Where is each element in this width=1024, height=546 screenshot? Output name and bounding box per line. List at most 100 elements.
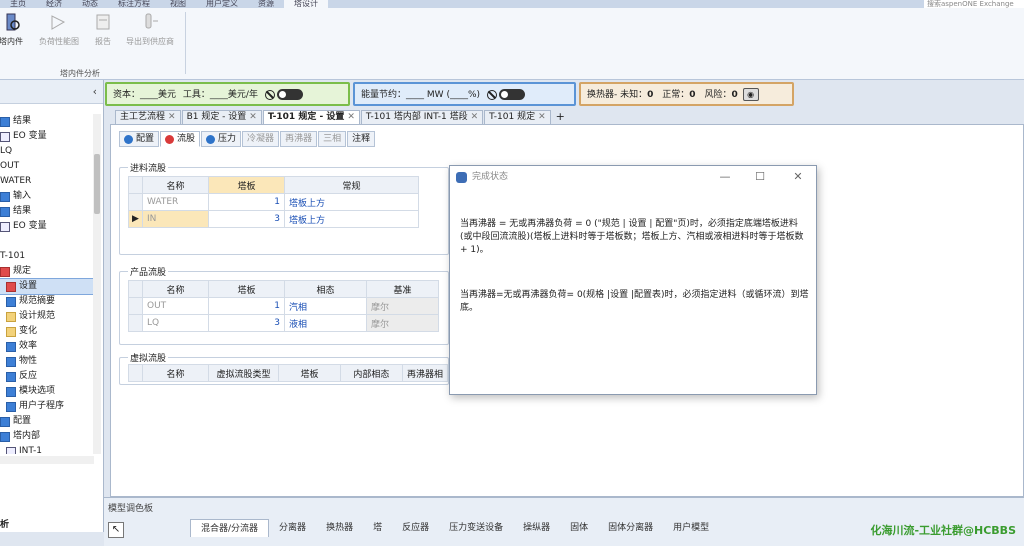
stream-stage[interactable]: 1 [208, 297, 285, 315]
dialog-titlebar[interactable]: 完成状态 — ☐ ✕ [450, 166, 816, 188]
palette-tab[interactable]: 操纵器 [513, 519, 560, 537]
close-tab-icon[interactable]: ✕ [538, 112, 546, 122]
table-row[interactable]: WATER 1 塔板上方 [128, 193, 419, 211]
palette-tab[interactable]: 压力变送设备 [439, 519, 513, 537]
close-icon[interactable]: ✕ [788, 166, 808, 188]
form-tab[interactable]: 再沸器 [280, 131, 318, 147]
pseudo-streams-section: 虚拟流股 名称 虚拟流股类型 塔板 内部相态 再沸器相 [119, 351, 449, 385]
tree-item[interactable]: 输入 [0, 189, 94, 204]
table-row[interactable]: LQ 3 液相 摩尔 [128, 314, 439, 332]
energy-status[interactable]: 能量节约：____ MW (____%) [353, 82, 576, 106]
row-header[interactable] [128, 193, 143, 211]
ribbon-tab[interactable]: 主页 [0, 0, 36, 8]
stream-convention[interactable]: 塔板上方 [284, 210, 419, 228]
stream-basis[interactable]: 摩尔 [366, 297, 439, 315]
palette-tab[interactable]: 塔 [363, 519, 392, 537]
palette-tab[interactable]: 分离器 [269, 519, 316, 537]
tree-item[interactable]: EO 变量 [0, 219, 94, 234]
tree-item[interactable]: 效率 [0, 339, 94, 354]
form-tab[interactable]: 配置 [119, 131, 160, 147]
tree-vertical-scrollbar[interactable] [93, 114, 101, 454]
hx-settings-icon[interactable]: ◉ [742, 88, 759, 101]
collapse-arrow-icon[interactable]: ‹ [93, 85, 97, 98]
ribbon-tab[interactable]: 塔设计 [284, 0, 328, 8]
tree-item[interactable]: INT-1 [0, 444, 94, 454]
ribbon-tab[interactable]: 视图 [160, 0, 196, 8]
tower-internals-button[interactable]: 塔内件 [0, 12, 36, 58]
tree-item[interactable]: 配置 [0, 414, 94, 429]
close-tab-icon[interactable]: ✕ [249, 112, 257, 122]
pointer-cursor-icon[interactable]: ↖ [108, 522, 124, 538]
scrollbar-thumb[interactable] [94, 154, 100, 214]
table-row[interactable]: OUT 1 汽相 摩尔 [128, 297, 439, 315]
form-tab[interactable]: 流股 [160, 131, 201, 147]
tree-item-label: EO 变量 [13, 221, 47, 231]
tree-item[interactable]: 用户子程序 [0, 399, 94, 414]
tree-item[interactable]: EO 变量 [0, 129, 94, 144]
cost-toggle[interactable] [276, 89, 303, 100]
palette-tab[interactable]: 用户模型 [663, 519, 719, 537]
disable-icon[interactable] [264, 89, 275, 100]
tree-item[interactable]: 设置 [0, 278, 94, 295]
stream-phase[interactable]: 汽相 [284, 297, 367, 315]
form-tab[interactable]: 注释 [347, 131, 376, 147]
tree-item[interactable]: 变化 [0, 324, 94, 339]
ribbon-tab[interactable]: 标注方程 [108, 0, 160, 8]
tree-item[interactable]: 物性 [0, 354, 94, 369]
row-header-selected[interactable]: ▶ [128, 210, 143, 228]
ribbon-tab[interactable]: 经济 [36, 0, 72, 8]
close-tab-icon[interactable]: ✕ [168, 112, 176, 122]
stream-stage[interactable]: 1 [208, 193, 285, 211]
close-tab-icon[interactable]: ✕ [471, 112, 479, 122]
exchange-search-input[interactable]: 搜索aspenONE Exchange [924, 0, 1024, 8]
tree-horizontal-scrollbar[interactable] [0, 456, 94, 464]
palette-tab[interactable]: 反应器 [392, 519, 439, 537]
table-row[interactable]: ▶ IN 3 塔板上方 [128, 210, 419, 228]
palette-tab[interactable]: 固体 [560, 519, 598, 537]
palette-tab[interactable]: 换热器 [316, 519, 363, 537]
tree-item[interactable]: OUT [0, 159, 94, 174]
document-tab[interactable]: T-101 塔内部 INT-1 塔段 ✕ [360, 110, 484, 124]
tree-item[interactable]: 模块选项 [0, 384, 94, 399]
tree-item[interactable]: 塔内部 [0, 429, 94, 444]
new-tab-button[interactable]: + [552, 110, 569, 124]
document-tab[interactable]: T-101 规定 ✕ [484, 110, 551, 124]
tree-item[interactable]: 设计规范 [0, 309, 94, 324]
energy-toggle[interactable] [498, 89, 525, 100]
document-tab[interactable]: 主工艺流程 ✕ [115, 110, 181, 124]
stream-convention[interactable]: 塔板上方 [284, 193, 419, 211]
cost-status[interactable]: 资本：____美元 工具：____美元/年 [105, 82, 350, 106]
stream-stage[interactable]: 3 [208, 314, 285, 332]
document-tab[interactable]: T-101 规定 - 设置 ✕ [262, 110, 360, 124]
ribbon-tab[interactable]: 用户定义 [196, 0, 248, 8]
tree-item[interactable]: 规范摘要 [0, 294, 94, 309]
palette-tab[interactable]: 混合器/分流器 [190, 519, 270, 537]
form-tab[interactable]: 压力 [201, 131, 242, 147]
tree-item[interactable]: WATER [0, 174, 94, 189]
ribbon-tabbar: 主页 经济 动态 标注方程 视图 用户定义 资源 塔设计 [0, 0, 1024, 8]
close-tab-icon[interactable]: ✕ [347, 112, 355, 122]
tree-item[interactable] [0, 234, 94, 249]
tree-item[interactable]: 规定 [0, 264, 94, 279]
palette-tab[interactable]: 固体分离器 [598, 519, 663, 537]
stream-basis[interactable]: 摩尔 [366, 314, 439, 332]
document-tab[interactable]: B1 规定 - 设置 ✕ [181, 110, 262, 124]
stream-phase[interactable]: 液相 [284, 314, 367, 332]
form-tab[interactable]: 三相 [318, 131, 347, 147]
minimize-icon[interactable]: — [715, 166, 735, 188]
tree-item[interactable]: LQ [0, 144, 94, 159]
tree-item[interactable]: 反应 [0, 369, 94, 384]
heat-exchanger-status[interactable]: 换热器- 未知：0 正常：0 风险：0 ◉ [579, 82, 794, 106]
row-header[interactable] [128, 314, 143, 332]
form-tab[interactable]: 冷凝器 [242, 131, 280, 147]
tree-item[interactable]: 结果 [0, 114, 94, 129]
maximize-icon[interactable]: ☐ [750, 166, 770, 188]
ribbon-tab[interactable]: 动态 [72, 0, 108, 8]
stream-stage[interactable]: 3 [208, 210, 285, 228]
ribbon-tab[interactable]: 资源 [248, 0, 284, 8]
tree-item[interactable]: T-101 [0, 249, 94, 264]
tree-item[interactable]: 结果 [0, 204, 94, 219]
disable-icon[interactable] [486, 89, 497, 100]
row-header[interactable] [128, 297, 143, 315]
export-vendor-button[interactable]: 导出到供应商 [118, 12, 182, 58]
